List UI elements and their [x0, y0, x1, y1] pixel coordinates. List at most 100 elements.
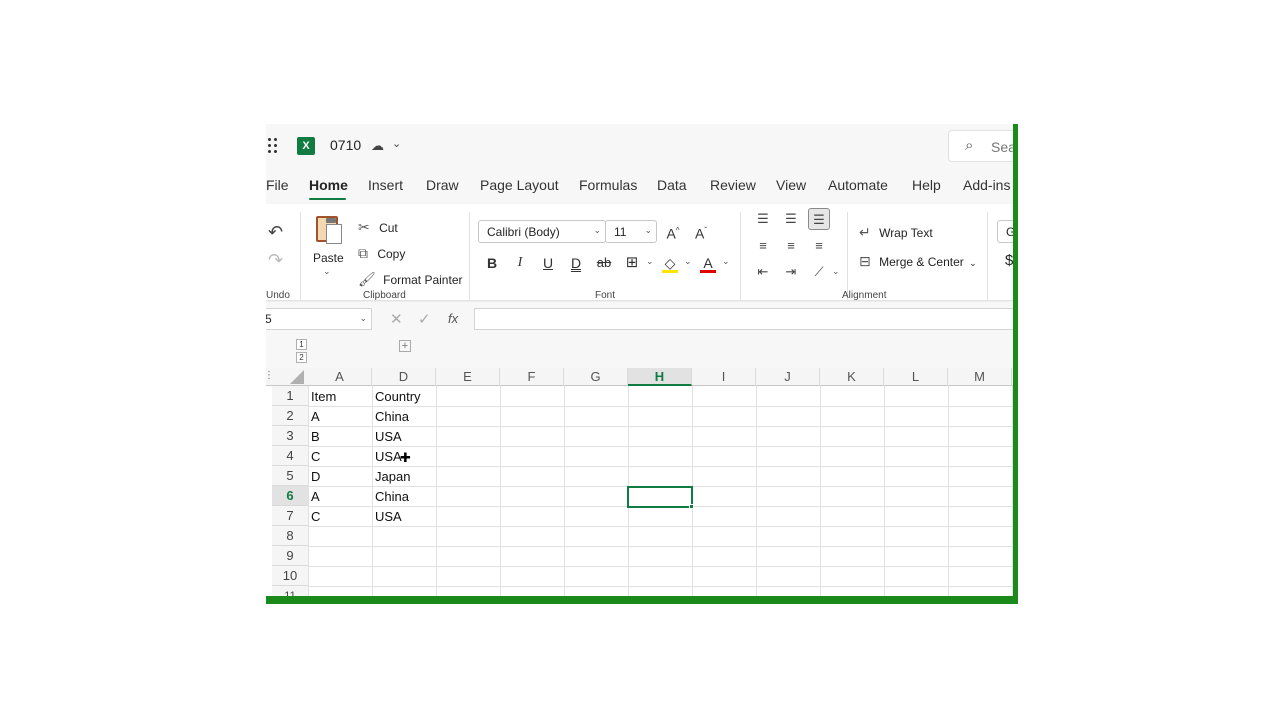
paste-button[interactable]: Paste [313, 251, 344, 265]
row-header[interactable]: 3 [272, 426, 308, 446]
chevron-down-icon[interactable]: ⌄ [722, 256, 730, 267]
column-header-a[interactable]: A [308, 368, 372, 386]
column-header-m[interactable]: M [948, 368, 1012, 386]
cell-d4[interactable]: USA [372, 447, 402, 467]
column-header-h[interactable]: H [628, 368, 692, 386]
double-underline-icon[interactable]: D [565, 252, 587, 274]
strikethrough-icon[interactable]: ab [593, 252, 615, 274]
select-all-button[interactable] [290, 370, 304, 384]
cell-a6[interactable]: A [308, 487, 320, 507]
cell-a4[interactable]: C [308, 447, 320, 467]
undo-icon[interactable]: ↶ [268, 222, 283, 243]
column-header-g[interactable]: G [564, 368, 628, 386]
cloud-save-icon[interactable]: ☁ [371, 138, 384, 154]
decrease-font-size-icon[interactable]: Aˇ [690, 220, 712, 242]
column-header-e[interactable]: E [436, 368, 500, 386]
chevron-down-icon[interactable]: ⌄ [646, 256, 654, 267]
row-header[interactable]: 7 [272, 506, 308, 526]
decrease-indent-icon[interactable]: ⇤ [752, 261, 774, 283]
bold-icon[interactable]: B [481, 252, 503, 274]
app-launcher-icon[interactable] [268, 138, 280, 154]
underline-icon[interactable]: U [537, 252, 559, 274]
cancel-icon[interactable]: ✕ [390, 310, 403, 328]
column-header-k[interactable]: K [820, 368, 884, 386]
tab-data[interactable]: Data [657, 177, 687, 193]
row-header-selected[interactable]: 6 [272, 486, 308, 506]
redo-icon[interactable]: ↷ [268, 250, 283, 271]
search-input[interactable]: ⌕ Sea [948, 130, 1018, 162]
column-header-i[interactable]: I [692, 368, 756, 386]
paste-icon[interactable] [314, 214, 344, 244]
cell-d7[interactable]: USA [372, 507, 402, 527]
cell-a5[interactable]: D [308, 467, 320, 487]
column-header-f[interactable]: F [500, 368, 564, 386]
spreadsheet-grid[interactable]: ⋮ A D E F G H I J K L M 1 2 3 4 5 6 7 8 … [266, 368, 1018, 604]
cell-d2[interactable]: China [372, 407, 409, 427]
increase-indent-icon[interactable]: ⇥ [780, 261, 802, 283]
enter-icon[interactable]: ✓ [418, 310, 431, 328]
font-size-select[interactable]: 11 ⌄ [605, 220, 657, 243]
cut-button[interactable]: ✂ Cut [358, 219, 398, 236]
row-header[interactable]: 9 [272, 546, 308, 566]
name-box[interactable]: 5 ⌄ [266, 308, 372, 330]
cell-a3[interactable]: B [308, 427, 320, 447]
cell-d3[interactable]: USA [372, 427, 402, 447]
cell-d5[interactable]: Japan [372, 467, 410, 487]
outline-level-1-button[interactable]: 1 [296, 339, 307, 350]
expand-group-icon[interactable]: + [399, 340, 411, 352]
chevron-down-icon[interactable]: ⌄ [684, 256, 692, 267]
row-header[interactable]: 10 [272, 566, 308, 586]
outline-level-2-button[interactable]: 2 [296, 352, 307, 363]
chevron-down-icon[interactable]: ⌄ [392, 137, 401, 150]
tab-file[interactable]: File [266, 177, 289, 193]
cell-a2[interactable]: A [308, 407, 320, 427]
orientation-icon[interactable]: ⟋ [808, 261, 830, 283]
align-left-icon[interactable]: ≡ [752, 235, 774, 257]
align-middle-icon[interactable]: ☰ [780, 208, 802, 230]
tab-formulas[interactable]: Formulas [579, 177, 637, 193]
chevron-down-icon[interactable]: ⌄ [832, 266, 840, 277]
font-color-icon[interactable]: A [697, 252, 719, 274]
tab-help[interactable]: Help [912, 177, 941, 193]
row-header[interactable]: 1 [272, 386, 308, 406]
fill-color-icon[interactable]: ◇ [659, 252, 681, 274]
row-header[interactable]: 5 [272, 466, 308, 486]
italic-icon[interactable]: I [509, 252, 531, 274]
tab-home[interactable]: Home [309, 177, 348, 193]
cell-d1[interactable]: Country [372, 387, 421, 407]
formula-input[interactable] [474, 308, 1018, 330]
paste-chevron-icon[interactable]: ⌄ [323, 266, 331, 277]
wrap-text-button[interactable]: ↵ Wrap Text [859, 224, 933, 241]
active-cell-h6[interactable] [627, 486, 694, 509]
row-header[interactable]: 8 [272, 526, 308, 546]
tab-review[interactable]: Review [710, 177, 756, 193]
tab-insert[interactable]: Insert [368, 177, 403, 193]
hidden-columns-icon[interactable]: ⋮ [266, 370, 274, 381]
merge-center-button[interactable]: ⊟ Merge & Center ⌄ [859, 253, 977, 270]
format-painter-button[interactable]: 🖌 Format Painter [358, 271, 462, 288]
increase-font-size-icon[interactable]: A^ [662, 220, 684, 242]
column-header-l[interactable]: L [884, 368, 948, 386]
align-top-icon[interactable]: ☰ [752, 208, 774, 230]
column-header-d[interactable]: D [372, 368, 436, 386]
font-name-select[interactable]: Calibri (Body) ⌄ [478, 220, 606, 243]
borders-icon[interactable]: ⊞ [621, 252, 643, 274]
document-title[interactable]: 0710 [330, 137, 361, 153]
tab-add-ins[interactable]: Add-ins [963, 177, 1010, 193]
row-header[interactable]: 4 [272, 446, 308, 466]
copy-button[interactable]: ⧉ Copy [358, 245, 405, 262]
align-center-icon[interactable]: ≡ [780, 235, 802, 257]
column-header-j[interactable]: J [756, 368, 820, 386]
cell-a7[interactable]: C [308, 507, 320, 527]
row-header[interactable]: 2 [272, 406, 308, 426]
tab-page-layout[interactable]: Page Layout [480, 177, 559, 193]
cell-a1[interactable]: Item [308, 387, 336, 407]
tab-view[interactable]: View [776, 177, 806, 193]
fill-handle[interactable] [689, 504, 694, 509]
tab-automate[interactable]: Automate [828, 177, 888, 193]
insert-function-icon[interactable]: fx [448, 311, 458, 326]
cell-d6[interactable]: China [372, 487, 409, 507]
align-right-icon[interactable]: ≡ [808, 235, 830, 257]
align-bottom-icon[interactable]: ☰ [808, 208, 830, 230]
tab-draw[interactable]: Draw [426, 177, 459, 193]
